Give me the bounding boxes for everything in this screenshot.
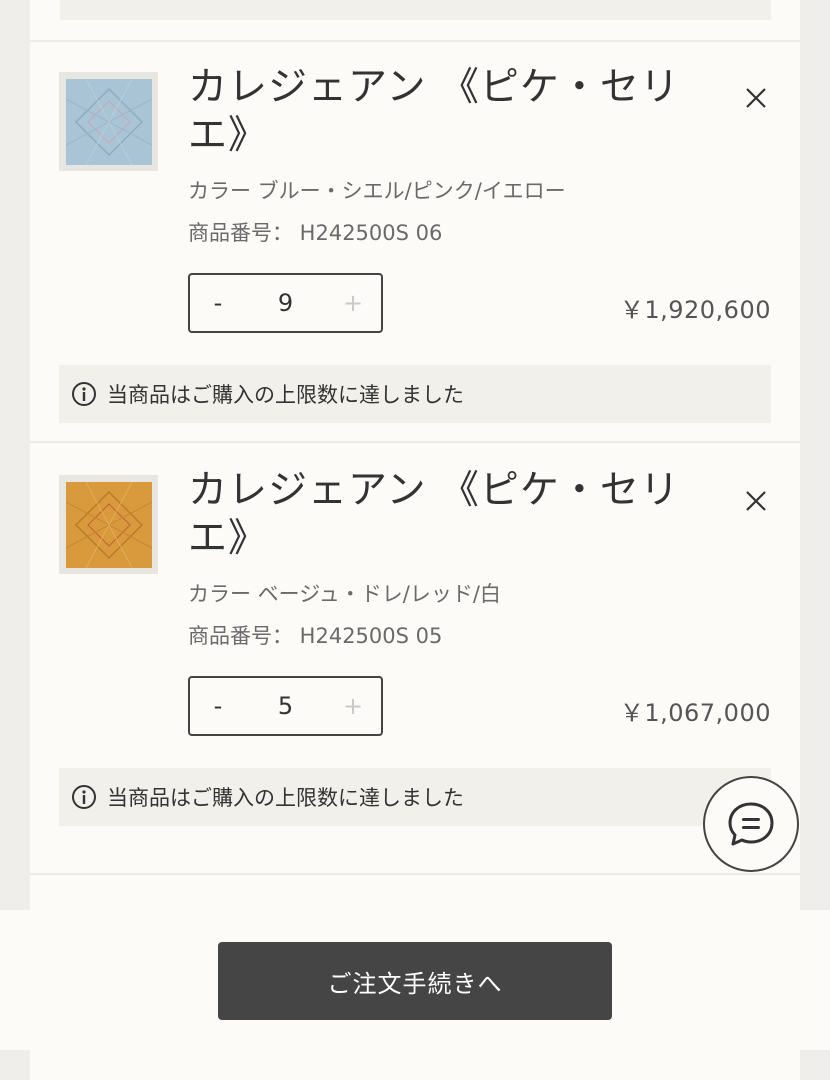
quantity-stepper: - 9 + <box>188 273 383 333</box>
close-icon <box>746 491 766 511</box>
scarf-swatch-blue <box>65 78 152 165</box>
product-color: カラー ブルー・シエル/ピンク/イエロー <box>188 179 566 203</box>
item-price: ￥1,920,600 <box>619 296 771 324</box>
purchase-limit-notice: 当商品はご購入の上限数に達しました <box>59 365 771 423</box>
info-icon <box>71 784 97 810</box>
remove-item-button[interactable] <box>738 80 774 116</box>
decrease-quantity-button[interactable]: - <box>190 692 246 720</box>
product-sku: 商品番号： H242500S 05 <box>188 624 443 648</box>
checkout-button[interactable]: ご注文手続きへ <box>218 942 612 1020</box>
chat-button[interactable] <box>703 776 799 872</box>
previous-item-notice <box>60 0 771 20</box>
remove-item-button[interactable] <box>738 483 774 519</box>
quantity-value: 5 <box>277 692 294 720</box>
product-sku: 商品番号： H242500S 06 <box>188 221 443 245</box>
quantity-value: 9 <box>277 289 294 317</box>
item-divider <box>30 40 800 42</box>
product-color: カラー ベージュ・ドレ/レッド/白 <box>188 582 501 606</box>
increase-quantity-button[interactable]: + <box>325 692 381 720</box>
item-price: ￥1,067,000 <box>619 699 771 727</box>
scarf-swatch-beige <box>65 481 152 568</box>
close-icon <box>746 88 766 108</box>
item-divider <box>30 873 800 875</box>
purchase-limit-notice: 当商品はご購入の上限数に達しました <box>59 768 771 826</box>
quantity-stepper: - 5 + <box>188 676 383 736</box>
limit-message: 当商品はご購入の上限数に達しました <box>107 383 464 407</box>
limit-message: 当商品はご購入の上限数に達しました <box>107 786 464 810</box>
info-icon <box>71 381 97 407</box>
chat-icon <box>728 802 774 846</box>
product-title[interactable]: カレジェアン 《ピケ・セリエ》 <box>188 467 698 563</box>
product-image[interactable] <box>59 72 158 171</box>
product-image[interactable] <box>59 475 158 574</box>
increase-quantity-button[interactable]: + <box>325 289 381 317</box>
item-divider <box>30 441 800 443</box>
decrease-quantity-button[interactable]: - <box>190 289 246 317</box>
product-title[interactable]: カレジェアン 《ピケ・セリエ》 <box>188 64 698 160</box>
